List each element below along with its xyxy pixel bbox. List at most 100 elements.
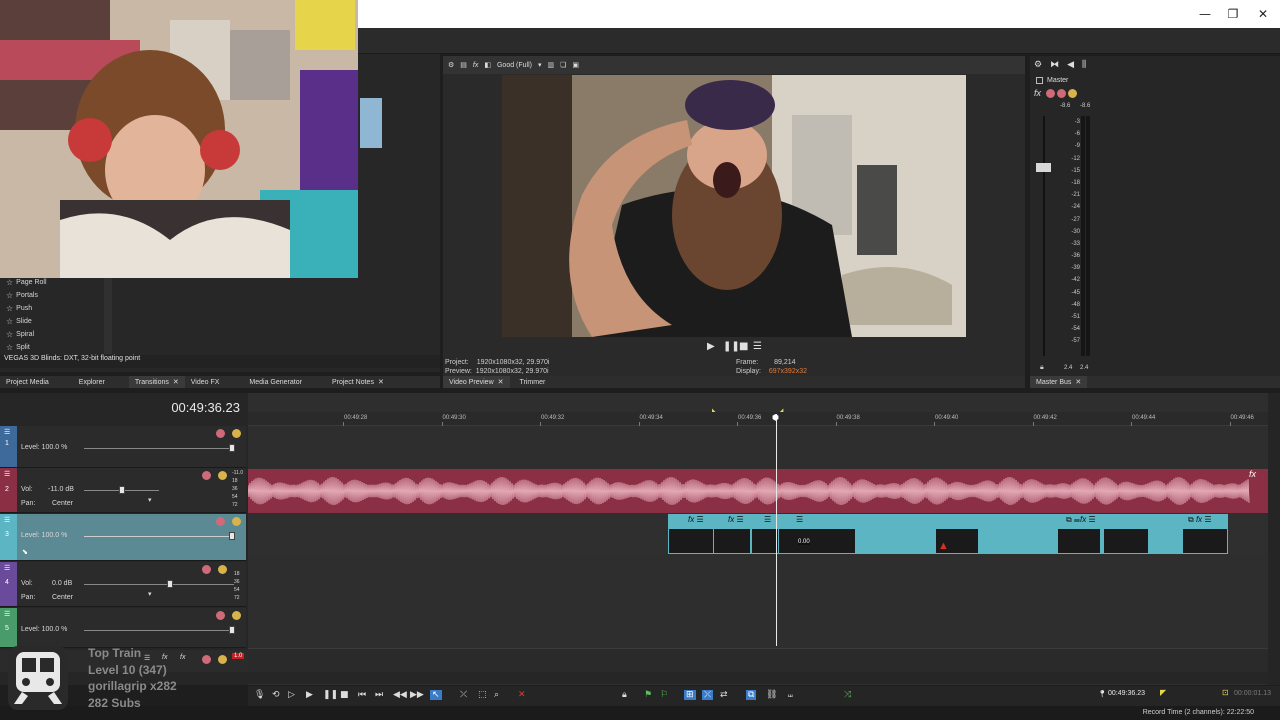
level-slider[interactable] [84, 630, 234, 631]
track-1-header[interactable]: ☰ 1 Level: 100.0 % [0, 426, 246, 468]
playhead[interactable] [776, 414, 777, 646]
marker-icon[interactable]: ⚑ [644, 690, 652, 700]
tab-media-generator[interactable]: Media Generator [243, 376, 308, 388]
quality-select[interactable]: Good (Full) [497, 62, 532, 69]
route-icon[interactable]: ⧓ [1050, 60, 1059, 70]
solo-icon[interactable] [1057, 89, 1066, 98]
mute-icon[interactable] [202, 471, 211, 480]
tab-transitions[interactable]: Transitions ✕ [128, 376, 185, 388]
menu-icon[interactable]: ☰ [796, 515, 803, 524]
delete-icon[interactable]: ✕ [518, 690, 526, 700]
fx-icon[interactable]: ⧉ fx ☰ [1188, 515, 1212, 525]
close-icon[interactable]: ✕ [1246, 0, 1280, 28]
menu-icon[interactable]: ☰ [764, 515, 771, 524]
lock-icon[interactable]: 🔒︎ [622, 690, 627, 700]
horizontal-scrollbar[interactable] [248, 672, 1268, 684]
mute-icon[interactable] [202, 655, 211, 664]
menu-icon[interactable]: ☰ [753, 341, 762, 352]
snap-icon[interactable]: ⊞ [684, 690, 696, 700]
tab-project-media[interactable]: Project Media [0, 376, 55, 388]
track-5-header[interactable]: ☰ 5 Level: 100.0 % [0, 608, 246, 648]
vertical-scrollbar[interactable] [1268, 393, 1280, 685]
auto-crossfade-icon[interactable]: ⤬ [702, 690, 714, 700]
speaker-icon[interactable]: ◀ [1067, 60, 1074, 70]
lock-icon[interactable]: 🔒︎ [1040, 364, 1044, 372]
split-icon[interactable]: ⧢ [788, 690, 793, 700]
menu-icon[interactable]: ☰ [4, 516, 10, 524]
level-slider-knob[interactable] [229, 444, 235, 452]
close-icon[interactable]: ✕ [173, 378, 179, 386]
fx-icon[interactable]: fx [473, 62, 478, 69]
play-icon[interactable]: ▶ [707, 341, 715, 352]
go-to-end-icon[interactable]: ⏭︎ [375, 690, 383, 700]
copy-icon[interactable]: ❏ [560, 61, 566, 69]
volume-slider-knob[interactable] [167, 580, 173, 588]
master-fader-knob[interactable] [1036, 163, 1051, 172]
pan-marker-icon[interactable]: ▾ [148, 496, 152, 504]
selection-tool-icon[interactable]: ⬚ [478, 690, 487, 700]
crop-icon[interactable]: ⧉ ☰ [1066, 515, 1080, 525]
next-frame-icon[interactable]: ▶▶ [410, 690, 424, 700]
stop-icon[interactable]: ■ [739, 341, 748, 352]
automation-icon[interactable] [232, 517, 241, 526]
pause-icon[interactable]: ❚❚ [723, 341, 740, 352]
menu-icon[interactable]: ☰ [4, 428, 10, 436]
volume-slider[interactable] [84, 584, 234, 585]
overlay-icon[interactable]: ◧ [484, 61, 491, 69]
ripple-icon[interactable]: ⇄ [720, 690, 728, 700]
audio-clip[interactable]: fx [247, 469, 1268, 513]
expand-icon[interactable]: ⬊ [22, 548, 28, 556]
region-icon[interactable]: ⚐ [660, 690, 668, 700]
group-icon[interactable]: ⧉ [746, 690, 757, 700]
automation-icon[interactable] [218, 471, 227, 480]
level-slider-knob[interactable] [229, 532, 235, 540]
track-3-header[interactable]: ☰ 3 Level: 100.0 % ⬊ [0, 514, 246, 561]
track-2-header[interactable]: ☰ 2 Vol: -11.0 dB Pan: Center ▾ -11.0 18… [0, 468, 246, 513]
ignore-grouping-icon[interactable]: ⛓︎ [766, 690, 777, 700]
play-from-start-icon[interactable]: ▷ [288, 690, 295, 700]
play-icon[interactable]: ▶ [306, 690, 313, 700]
track-4-header[interactable]: ☰ 4 Vol: 0.0 dB Pan: Center ▾ 18 36 54 7… [0, 562, 246, 607]
fx-icon[interactable]: fx ☰ [688, 515, 704, 524]
mixer-icon[interactable]: ⫼ [1082, 60, 1086, 70]
menu-icon[interactable]: ☰ [4, 610, 10, 618]
automation-icon[interactable] [218, 655, 227, 664]
volume-slider-knob[interactable] [119, 486, 125, 494]
tab-project-notes[interactable]: Project Notes ✕ [326, 376, 390, 388]
level-slider-knob[interactable] [229, 626, 235, 634]
pan-marker-icon[interactable]: ▾ [148, 590, 152, 598]
prev-frame-icon[interactable]: ◀◀ [393, 690, 407, 700]
automation-icon[interactable] [232, 429, 241, 438]
list-item[interactable]: ☆ Push [0, 302, 114, 315]
save-icon[interactable]: ▣ [572, 61, 579, 69]
mute-icon[interactable] [216, 429, 225, 438]
list-item[interactable]: ☆ Portals [0, 289, 114, 302]
playhead-handle-icon[interactable]: ⬢ [772, 413, 779, 422]
zoom-tool-icon[interactable]: ⌕ [494, 690, 499, 700]
pin-icon[interactable]: 📍︎ [1098, 690, 1107, 698]
mute-icon[interactable] [1046, 89, 1055, 98]
loop-icon[interactable]: ⟲ [272, 690, 280, 700]
menu-icon[interactable]: ☰ [4, 564, 10, 572]
mute-icon[interactable] [216, 611, 225, 620]
list-item[interactable]: ☆ Split [0, 341, 114, 354]
tab-video-fx[interactable]: Video FX [185, 376, 226, 388]
tab-master-bus[interactable]: Master Bus ✕ [1030, 376, 1088, 388]
level-slider[interactable] [84, 448, 234, 449]
pause-icon[interactable]: ❚❚ [323, 690, 338, 700]
gear-icon[interactable]: ⚙ [1034, 60, 1042, 70]
maximize-icon[interactable]: ❐ [1216, 0, 1250, 28]
checkbox[interactable] [1036, 77, 1043, 84]
fx-icon[interactable]: fx [1034, 88, 1041, 98]
automation-icon[interactable] [1068, 89, 1077, 98]
fx-icon[interactable]: fx [1249, 469, 1256, 479]
trim-icon[interactable]: ⤨ [844, 690, 851, 700]
list-item[interactable]: ☆ Spiral [0, 328, 114, 341]
list-item[interactable]: ☆ Slide [0, 315, 114, 328]
edit-tool-icon[interactable]: ↖ [430, 690, 442, 700]
envelope-tool-icon[interactable]: ⤫ [460, 690, 467, 700]
level-slider[interactable] [84, 536, 234, 537]
close-icon[interactable]: ✕ [498, 378, 504, 386]
fx-icon[interactable]: fx ☰ [728, 515, 744, 524]
tab-video-preview[interactable]: Video Preview ✕ [443, 376, 510, 388]
